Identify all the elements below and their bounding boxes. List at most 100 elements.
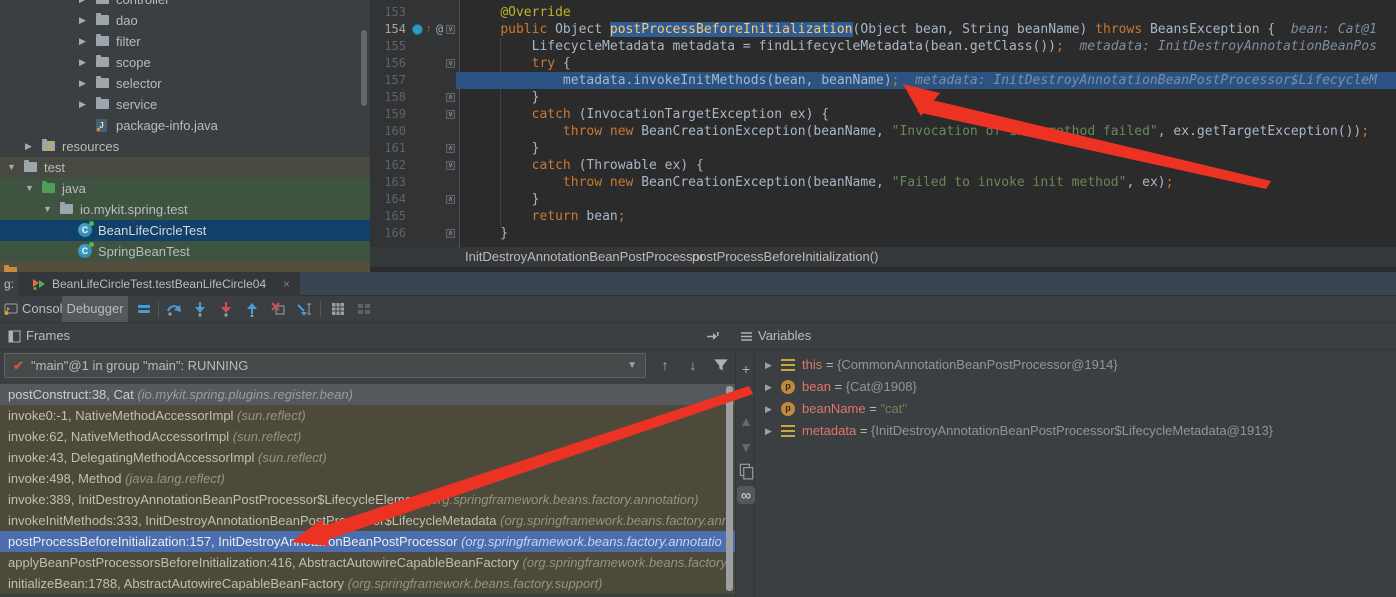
tree-item-filter[interactable]: ▶filter xyxy=(0,31,370,52)
tree-item-io-mykit-spring-test[interactable]: ▼io.mykit.spring.test xyxy=(0,199,370,220)
frame-row-3[interactable]: invoke:43, DelegatingMethodAccessorImpl … xyxy=(0,447,735,468)
code-line-163[interactable]: 163 throw new BeanCreationException(bean… xyxy=(370,174,1396,191)
code-line-161[interactable]: 161∧ } xyxy=(370,140,1396,157)
chevron-right-icon[interactable]: ▶ xyxy=(79,10,86,31)
code-segment: ; xyxy=(618,209,626,224)
frame-row-0[interactable]: postConstruct:38, Cat (io.mykit.spring.p… xyxy=(0,384,735,405)
breadcrumb-class[interactable]: InitDestroyAnnotationBeanPostProcessor xyxy=(465,247,704,267)
fold-marker-icon[interactable]: ∧ xyxy=(446,144,455,153)
chevron-right-icon[interactable]: ▶ xyxy=(79,73,86,94)
tree-item-scope[interactable]: ▶scope xyxy=(0,52,370,73)
tree-item-package-info-java[interactable]: Jpackage-info.java xyxy=(0,115,370,136)
chevron-right-icon[interactable]: ▶ xyxy=(79,94,86,115)
grid-icon[interactable] xyxy=(330,301,346,317)
dock-icon[interactable] xyxy=(706,330,719,343)
chevron-down-icon[interactable]: ▼ xyxy=(43,199,52,220)
code-line-156[interactable]: 156∨ try { xyxy=(370,55,1396,72)
thread-dropdown[interactable]: ✔ "main"@1 in group "main": RUNNING ▼ xyxy=(4,353,646,378)
close-tab-icon[interactable]: × xyxy=(283,272,290,296)
move-down-icon[interactable]: ▼ xyxy=(737,438,755,456)
frame-row-9[interactable]: initializeBean:1788, AbstractAutowireCap… xyxy=(0,573,735,594)
variables-menu-icon[interactable] xyxy=(740,330,753,343)
project-tree-scrollbar[interactable] xyxy=(361,30,367,106)
tree-item-selector[interactable]: ▶ selector xyxy=(0,73,370,94)
tree-item-partial[interactable] xyxy=(0,262,370,272)
method-breakpoint-icon[interactable] xyxy=(412,24,423,35)
fold-marker-icon[interactable]: ∧ xyxy=(446,93,455,102)
chevron-down-icon[interactable]: ▼ xyxy=(7,157,16,178)
drop-frame-icon[interactable] xyxy=(270,301,286,317)
frame-row-4[interactable]: invoke:498, Method (java.lang.reflect) xyxy=(0,468,735,489)
fold-marker-icon[interactable]: ∨ xyxy=(446,59,455,68)
parameter-icon: p xyxy=(781,380,795,394)
chevron-right-icon[interactable]: ▶ xyxy=(79,52,86,73)
variable-row-beanName[interactable]: ▶pbeanName = "cat" xyxy=(755,398,1396,420)
tree-item-label: selector xyxy=(116,73,162,94)
chevron-right-icon[interactable]: ▶ xyxy=(765,398,772,420)
chevron-right-icon[interactable]: ▶ xyxy=(765,376,772,398)
debug-session-tab[interactable]: BeanLifeCircleTest.testBeanLifeCircle04 … xyxy=(18,272,300,296)
variable-row-this[interactable]: ▶this = {CommonAnnotationBeanPostProcess… xyxy=(755,354,1396,376)
step-out-icon[interactable] xyxy=(244,301,260,317)
fold-marker-icon[interactable]: ∧ xyxy=(446,229,455,238)
tree-item-resources[interactable]: ▶resources xyxy=(0,136,370,157)
code-line-165[interactable]: 165 return bean; xyxy=(370,208,1396,225)
frame-package: (org.springframework.beans.factory.annot… xyxy=(461,534,722,549)
fold-marker-icon[interactable]: ∨ xyxy=(446,25,455,34)
remove-watch-icon[interactable]: − xyxy=(737,386,755,404)
step-into-icon[interactable] xyxy=(192,301,208,317)
frame-row-2[interactable]: invoke:62, NativeMethodAccessorImpl (sun… xyxy=(0,426,735,447)
code-line-154[interactable]: 154↑@∨ public Object postProcessBeforeIn… xyxy=(370,21,1396,38)
chevron-right-icon[interactable]: ▶ xyxy=(25,136,32,157)
fold-marker-icon[interactable]: ∨ xyxy=(446,110,455,119)
tree-item-dao[interactable]: ▶dao xyxy=(0,10,370,31)
breadcrumb-method[interactable]: postProcessBeforeInitialization() xyxy=(692,247,878,267)
tree-item-springbeantest[interactable]: CSpringBeanTest xyxy=(0,241,370,262)
chevron-down-icon[interactable]: ▼ xyxy=(25,178,34,199)
move-up-icon[interactable]: ▲ xyxy=(737,412,755,430)
frame-row-5[interactable]: invoke:389, InitDestroyAnnotationBeanPos… xyxy=(0,489,735,510)
chevron-right-icon[interactable]: ▶ xyxy=(765,354,772,376)
code-line-155[interactable]: 155 LifecycleMetadata metadata = findLif… xyxy=(370,38,1396,55)
tab-console[interactable]: Console xyxy=(4,296,62,322)
tree-item-java[interactable]: ▼java xyxy=(0,178,370,199)
run-to-cursor-icon[interactable] xyxy=(296,301,312,317)
chevron-right-icon[interactable]: ▶ xyxy=(765,420,772,442)
tree-item-test[interactable]: ▼test xyxy=(0,157,370,178)
variable-row-bean[interactable]: ▶pbean = {Cat@1908} xyxy=(755,376,1396,398)
code-segment: ; xyxy=(1166,175,1174,190)
tab-debugger[interactable]: Debugger xyxy=(62,296,128,322)
force-step-into-icon[interactable] xyxy=(218,301,234,317)
add-watch-icon[interactable]: + xyxy=(737,360,755,378)
code-line-164[interactable]: 164∧ } xyxy=(370,191,1396,208)
code-line-159[interactable]: 159∨ catch (InvocationTargetException ex… xyxy=(370,106,1396,123)
show-watches-toggle-icon[interactable]: ∞ xyxy=(737,486,755,504)
layout-menu-icon[interactable] xyxy=(136,301,152,317)
code-line-162[interactable]: 162∨ catch (Throwable ex) { xyxy=(370,157,1396,174)
filter-icon[interactable] xyxy=(712,356,730,374)
next-frame-icon[interactable]: ↓ xyxy=(684,356,702,374)
tree-item-beanlifecircletest[interactable]: CBeanLifeCircleTest xyxy=(0,220,370,241)
code-line-153[interactable]: 153 @Override xyxy=(370,4,1396,21)
frame-row-7[interactable]: postProcessBeforeInitialization:157, Ini… xyxy=(0,531,735,552)
frame-row-1[interactable]: invoke0:-1, NativeMethodAccessorImpl (su… xyxy=(0,405,735,426)
code-editor[interactable]: 153 @Override154↑@∨ public Object postPr… xyxy=(370,0,1396,247)
frame-row-6[interactable]: invokeInitMethods:333, InitDestroyAnnota… xyxy=(0,510,735,531)
code-line-157[interactable]: 157 metadata.invokeInitMethods(bean, bea… xyxy=(370,72,1396,89)
chevron-right-icon[interactable]: ▶ xyxy=(79,31,86,52)
chevron-right-icon[interactable]: ▶ xyxy=(79,0,86,10)
frames-scrollbar[interactable] xyxy=(726,386,733,591)
code-line-166[interactable]: 166∧ } xyxy=(370,225,1396,242)
code-line-160[interactable]: 160 throw new BeanCreationException(bean… xyxy=(370,123,1396,140)
code-line-158[interactable]: 158∧ } xyxy=(370,89,1396,106)
step-over-icon[interactable] xyxy=(166,301,182,317)
prev-frame-icon[interactable]: ↑ xyxy=(656,356,674,374)
frame-row-8[interactable]: applyBeanPostProcessorsBeforeInitializat… xyxy=(0,552,735,573)
variable-row-metadata[interactable]: ▶metadata = {InitDestroyAnnotationBeanPo… xyxy=(755,420,1396,442)
tree-item-controller[interactable]: ▶controller xyxy=(0,0,370,10)
tree-item-service[interactable]: ▶service xyxy=(0,94,370,115)
layout-settings-icon[interactable] xyxy=(356,301,372,317)
copy-icon[interactable] xyxy=(737,462,755,480)
fold-marker-icon[interactable]: ∨ xyxy=(446,161,455,170)
fold-marker-icon[interactable]: ∧ xyxy=(446,195,455,204)
